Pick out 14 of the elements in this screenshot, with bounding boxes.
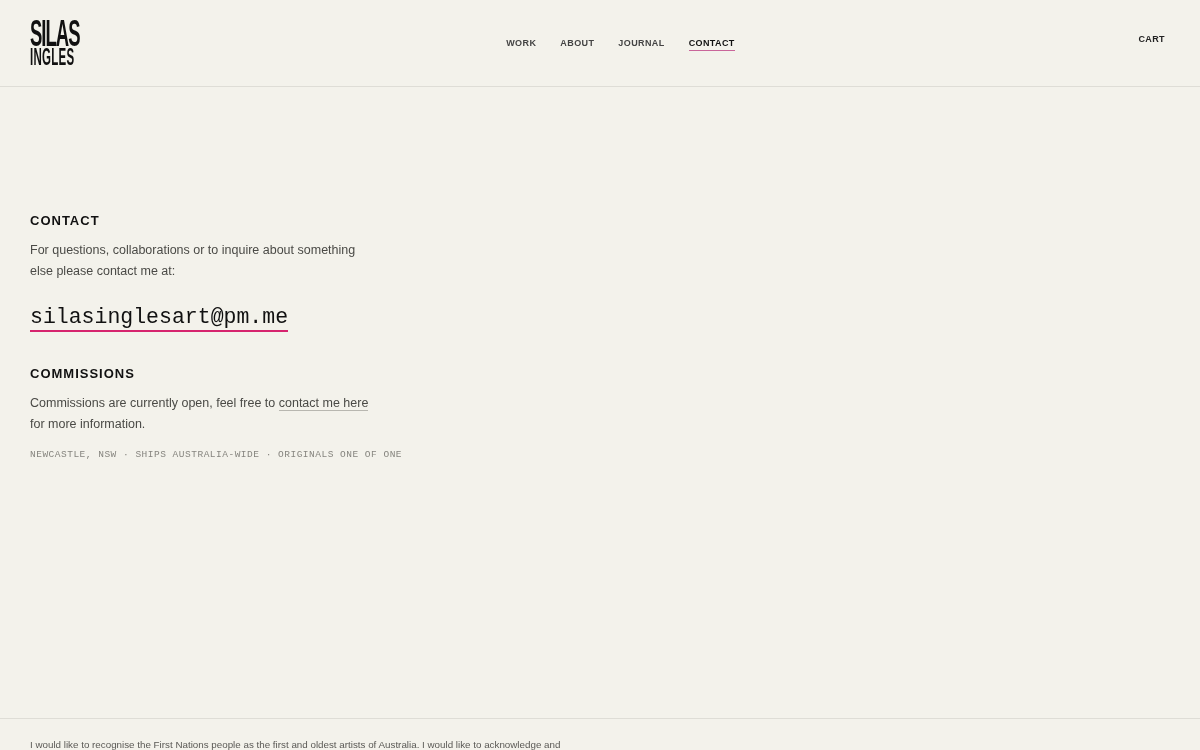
commissions-text: Commissions are currently open, feel free to contact me here for more information. — [30, 395, 370, 433]
nav-link[interactable]: ABOUT — [560, 38, 595, 51]
contact-link[interactable]: contact me here — [278, 396, 369, 411]
cart-link[interactable]: CART — [1138, 34, 1165, 44]
email-link[interactable]: silasinglesart@pm.me — [30, 304, 289, 332]
section-heading: CONTACT — [30, 213, 100, 228]
tagline: NEWCASTLE, NSW · SHIPS AUSTRALIA-WIDE · ORIGINALS ONE OF ONE — [30, 449, 403, 460]
nav-link[interactable]: JOURNAL — [618, 38, 665, 51]
logo[interactable]: SILAS INGLES — [30, 19, 80, 67]
contact-text: For questions, collaborations or to inquire about something else please contact me at: — [30, 242, 357, 280]
acknowledgement-text: I would like to recognise the First Nations people as the first and oldest artists of Australia. I would like to acknowledge and — [30, 739, 561, 750]
nav-link[interactable]: CONTACT — [688, 38, 735, 51]
section-heading: COMMISSIONS — [30, 366, 135, 381]
nav-link[interactable]: WORK — [506, 38, 537, 51]
